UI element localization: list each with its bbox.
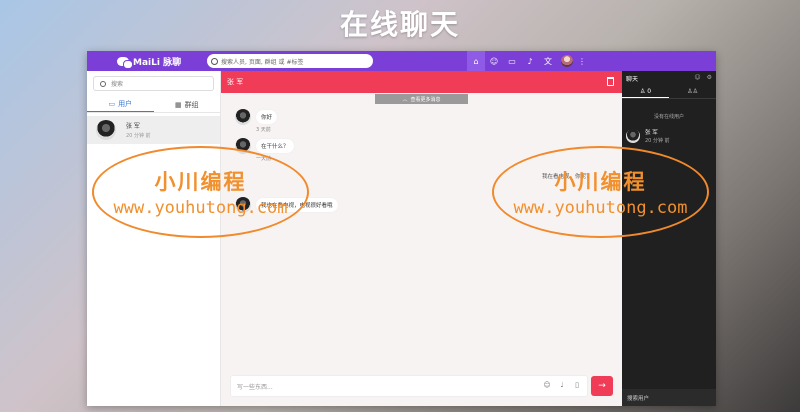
search-icon xyxy=(100,80,106,87)
message-row: 你好 xyxy=(235,109,278,125)
watermark-text: 小川编程 xyxy=(554,169,647,194)
page-banner-title: 在线聊天 xyxy=(339,8,460,41)
online-count: 0 xyxy=(647,87,652,95)
message-time: 3 天前 xyxy=(256,127,271,133)
watermark-text: 小川编程 xyxy=(154,169,247,194)
top-navbar: MaiLi 脉聊 搜索人员, 页面, 群组 或 #标签 ⌂ ☺ ▭ ♪ 文 ⋮ xyxy=(87,51,716,71)
avatar xyxy=(626,129,640,143)
trash-icon[interactable] xyxy=(607,77,614,86)
chat-title: 张 军 xyxy=(227,78,244,86)
avatar xyxy=(235,109,251,125)
arrow-right-icon: → xyxy=(598,381,606,391)
tab-users[interactable]: ▭ 用户 xyxy=(87,97,154,112)
chat-panel: 张 军 ︿ 查看更多消息 你好 3 天前 在干什么？ 一天前 我在看电视，你呢？… xyxy=(221,71,622,406)
user-icon: ♙ xyxy=(639,87,646,95)
list-item[interactable]: 张 军 20 分钟 前 xyxy=(87,116,220,144)
wechat-logo-icon xyxy=(117,56,133,69)
contacts-sidebar: 搜索 ▭ 用户 ▦ 群组 张 军 20 分钟 前 xyxy=(87,71,221,406)
add-user-icon[interactable]: ☺ xyxy=(485,51,503,71)
add-user-icon[interactable]: ☺ xyxy=(694,74,700,81)
tab-groups-label: 群组 xyxy=(184,100,199,109)
right-panel-tabs: ♙ 0 ♙♙ xyxy=(622,85,716,99)
chat-icon: ▭ xyxy=(108,100,116,108)
user-last-seen: 20 分钟 前 xyxy=(126,133,151,139)
top-icon-bar: ⌂ ☺ ▭ ♪ 文 ⋮ xyxy=(467,51,591,71)
settings-icon[interactable]: ⚙ xyxy=(707,74,712,81)
load-more-button[interactable]: ︿ 查看更多消息 xyxy=(375,94,468,104)
translate-icon[interactable]: 文 xyxy=(539,51,557,71)
emoji-icon[interactable]: ☺ xyxy=(543,381,551,390)
watermark-url: www.youhutong.com xyxy=(513,198,688,218)
chat-header: 张 军 xyxy=(221,71,622,93)
global-search-placeholder: 搜索人员, 页面, 群组 或 #标签 xyxy=(221,58,304,66)
more-icon[interactable]: ⋮ xyxy=(573,51,591,71)
tab-group-users[interactable]: ♙♙ xyxy=(669,85,716,98)
load-more-label: 查看更多消息 xyxy=(410,96,441,103)
chevron-up-icon: ︿ xyxy=(402,96,408,103)
tab-groups[interactable]: ▦ 群组 xyxy=(154,97,221,112)
microphone-icon[interactable]: ♩ xyxy=(558,381,566,390)
watermark-logo: 小川编程 www.youhutong.com xyxy=(92,146,309,238)
chat-icon[interactable]: ▭ xyxy=(503,51,521,71)
sidebar-tabs: ▭ 用户 ▦ 群组 xyxy=(87,97,220,113)
avatar xyxy=(96,120,116,140)
right-panel-title: 聊天 xyxy=(626,75,639,83)
brand-name: MaiLi 脉聊 xyxy=(133,57,182,68)
message-bubble: 在干什么？ xyxy=(256,139,294,153)
global-search-input[interactable]: 搜索人员, 页面, 群组 或 #标签 xyxy=(207,54,373,68)
users-icon: ♙♙ xyxy=(687,88,698,95)
watermark-url: www.youhutong.com xyxy=(113,198,288,218)
watermark-logo: 小川编程 www.youhutong.com xyxy=(492,146,709,238)
user-name: 张 军 xyxy=(126,123,140,130)
avatar[interactable] xyxy=(561,55,573,67)
contacts-search-input[interactable]: 搜索 xyxy=(93,76,214,91)
tab-users-label: 用户 xyxy=(118,100,133,108)
tab-online-users[interactable]: ♙ 0 xyxy=(622,85,669,98)
home-icon[interactable]: ⌂ xyxy=(467,51,485,71)
send-button[interactable]: → xyxy=(591,376,613,396)
brand-logo[interactable]: MaiLi 脉聊 xyxy=(87,55,205,69)
no-online-message: 没有在线用户 xyxy=(653,114,684,120)
notification-icon[interactable]: ♪ xyxy=(521,51,539,71)
message-input-placeholder: 写一些东西... xyxy=(237,383,273,391)
grid-icon: ▦ xyxy=(174,100,182,109)
attachment-icon[interactable]: ▯ xyxy=(573,381,581,390)
right-panel-header: 聊天 ☺ ⚙ xyxy=(622,71,716,85)
message-bubble: 你好 xyxy=(256,110,278,124)
user-search-input[interactable]: 搜索用户 xyxy=(622,389,716,406)
search-icon xyxy=(211,57,218,65)
message-input[interactable]: 写一些东西... ☺ ♩ ▯ xyxy=(230,375,588,397)
user-name: 张 军 xyxy=(645,130,658,136)
list-item[interactable]: 张 军 20 分钟 前 xyxy=(622,128,716,144)
right-chat-panel: 聊天 ☺ ⚙ ♙ 0 ♙♙ 没有在线用户 张 军 20 分钟 前 搜索用户 xyxy=(622,71,716,406)
contacts-search-placeholder: 搜索 xyxy=(111,81,124,88)
user-last-seen: 20 分钟 前 xyxy=(645,138,670,144)
